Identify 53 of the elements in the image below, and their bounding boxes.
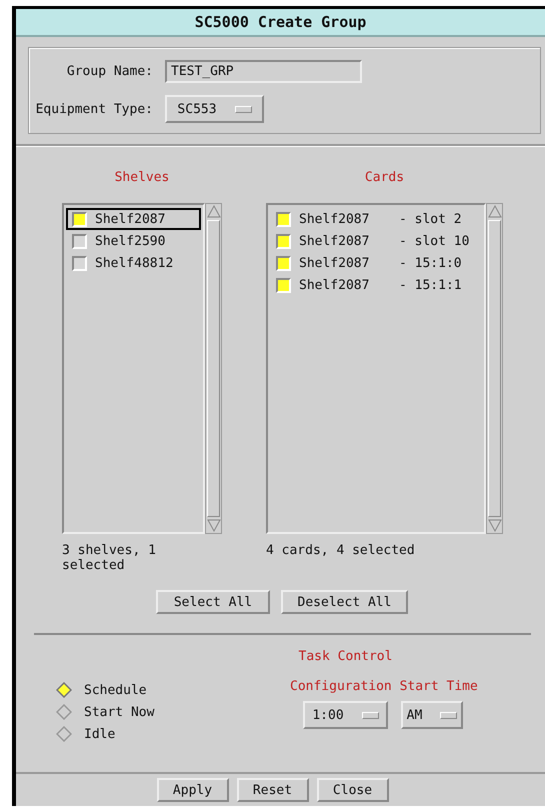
radio-label: Start Now [84,704,154,720]
up-arrow-icon[interactable] [206,204,220,218]
group-name-field[interactable]: TEST_GRP [165,60,362,83]
scrollbar[interactable] [486,203,503,534]
checkbox[interactable] [72,234,87,248]
shelves-heading: Shelves [114,170,170,187]
list-button[interactable]: Select All [156,590,270,614]
radio-label: Schedule [84,682,147,698]
scrollbar[interactable] [205,203,222,534]
task-control-heading: Task Control [298,649,394,666]
card-slot: - slot 10 [399,234,470,248]
equipment-type-label: Equipment Type: [34,102,153,116]
start-time-heading: Configuration Start Time [290,679,478,696]
shelf-item[interactable]: Shelf2087 [66,208,201,230]
card-slot: - 15:1:1 [399,278,462,292]
radio-button[interactable] [56,726,72,742]
radio-label: Idle [84,726,116,742]
shelf-name: Shelf48812 [95,256,174,270]
cards-summary: 4 cards, 4 selected [266,543,416,558]
checkbox[interactable] [72,212,87,226]
shelf-item[interactable]: Shelf48812 [66,252,201,274]
dialog-button[interactable]: Close [316,778,388,802]
down-arrow-icon[interactable] [488,519,502,533]
time-dropdown[interactable]: 1:00 [303,701,388,729]
dialog-button[interactable]: Reset [236,778,308,802]
period-dropdown[interactable]: AM [401,701,463,729]
list-button[interactable]: Deselect All [281,590,408,614]
group-name-label: Group Name: [66,64,153,79]
shelf-item[interactable]: Shelf2590 [66,230,201,252]
checkbox[interactable] [276,212,291,226]
card-slot: - slot 2 [399,212,462,226]
up-arrow-icon[interactable] [488,204,502,218]
cards-heading: Cards [364,170,406,187]
checkbox[interactable] [276,278,291,292]
card-slot: - 15:1:0 [399,256,462,270]
radio-button[interactable] [56,704,72,720]
equipment-type-dropdown[interactable]: SC553 [165,95,264,123]
window-title: SC5000 Create Group [16,9,545,37]
scroll-thumb[interactable] [207,220,220,517]
checkbox[interactable] [276,234,291,248]
scroll-thumb[interactable] [488,220,501,517]
radio-button[interactable] [56,682,72,698]
shelf-name: Shelf2590 [95,234,166,248]
checkbox[interactable] [72,256,87,270]
card-shelf: Shelf2087 [299,212,370,226]
card-shelf: Shelf2087 [299,256,370,270]
dialog-button[interactable]: Apply [156,778,228,802]
down-arrow-icon[interactable] [206,519,220,533]
checkbox[interactable] [276,256,291,270]
card-shelf: Shelf2087 [299,278,370,292]
shelves-summary: 3 shelves, 1 selected [62,543,157,573]
shelf-name: Shelf2087 [95,212,166,226]
card-shelf: Shelf2087 [299,234,370,248]
